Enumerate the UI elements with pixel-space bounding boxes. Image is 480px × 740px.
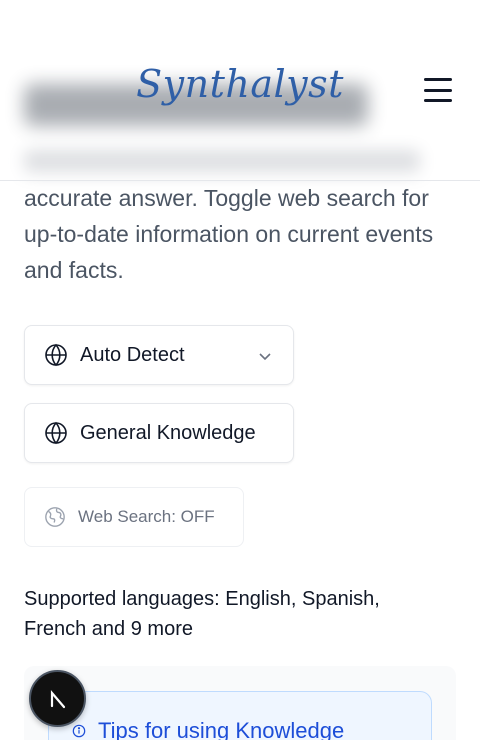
web-search-toggle[interactable]: Web Search: OFF xyxy=(24,487,244,547)
tips-heading[interactable]: Tips for using Knowledge xyxy=(72,718,344,740)
next-logo-button[interactable] xyxy=(29,670,86,727)
globe-icon xyxy=(45,343,67,367)
tips-title-text: Tips for using Knowledge xyxy=(98,718,345,740)
info-icon xyxy=(72,724,86,738)
supported-languages-text: Supported languages: English, Spanish, F… xyxy=(24,588,380,640)
language-select-value: Auto Detect xyxy=(80,343,185,366)
logo[interactable]: Synthalyst xyxy=(0,62,480,106)
knowledge-domain-select[interactable]: General Knowledge xyxy=(24,403,294,463)
hamburger-menu-icon[interactable] xyxy=(424,78,452,102)
chevron-down-icon xyxy=(259,353,271,361)
page-description: accurate answer. Toggle web search for u… xyxy=(24,185,434,283)
language-select[interactable]: Auto Detect xyxy=(24,325,294,385)
next-logo-icon xyxy=(50,689,65,708)
web-search-label: Web Search: OFF xyxy=(78,507,215,526)
globe-off-icon xyxy=(45,507,65,527)
site-header: Synthalyst xyxy=(0,0,480,181)
globe-icon xyxy=(45,421,67,445)
knowledge-domain-value: General Knowledge xyxy=(80,421,256,444)
